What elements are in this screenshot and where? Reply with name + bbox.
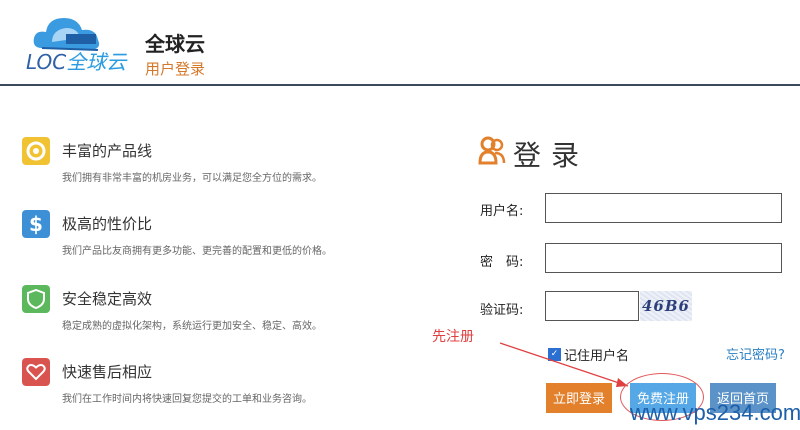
username-input[interactable]	[545, 193, 782, 223]
feature-security: 安全稳定高效 稳定成熟的虚拟化架构，系统运行更加安全、稳定、高效。	[22, 285, 422, 345]
captcha-label: 验证码:	[480, 303, 524, 318]
feature-desc: 我们产品比友商拥有更多功能、更完善的配置和更低的价格。	[62, 246, 332, 257]
user-icon	[478, 136, 506, 165]
login-button[interactable]: 立即登录	[546, 383, 612, 413]
password-input[interactable]	[545, 243, 782, 273]
remember-username[interactable]: ✓ 记住用户名	[548, 345, 629, 364]
feature-title: 丰富的产品线	[62, 142, 153, 160]
feature-value: $ 极高的性价比 我们产品比友商拥有更多功能、更完善的配置和更低的价格。	[22, 210, 422, 270]
login-title: 登录	[513, 139, 590, 172]
heart-icon	[22, 358, 50, 386]
feature-desc: 我们拥有非常丰富的机房业务，可以满足您全方位的需求。	[62, 173, 322, 184]
checkbox-checked-icon[interactable]: ✓	[548, 348, 561, 361]
password-label: 密 码:	[480, 255, 524, 270]
feature-product-line: 丰富的产品线 我们拥有非常丰富的机房业务，可以满足您全方位的需求。	[22, 137, 422, 197]
captcha-input[interactable]	[545, 291, 639, 321]
feature-desc: 稳定成熟的虚拟化架构，系统运行更加安全、稳定、高效。	[62, 321, 322, 332]
feature-desc: 我们在工作时间内将快速回复您提交的工单和业务咨询。	[62, 394, 312, 405]
header-divider	[0, 84, 800, 86]
watermark: www.vps234.com	[630, 400, 800, 425]
captcha-image[interactable]: 46B6	[640, 291, 692, 321]
remember-label: 记住用户名	[564, 349, 630, 364]
feature-support: 快速售后相应 我们在工作时间内将快速回复您提交的工单和业务咨询。	[22, 358, 422, 418]
lifebuoy-icon	[22, 137, 50, 165]
feature-title: 安全稳定高效	[62, 290, 153, 308]
logo-text: LOC全球云	[26, 50, 127, 74]
username-label: 用户名:	[480, 204, 524, 219]
feature-title: 快速售后相应	[62, 363, 153, 381]
annotation-text: 先注册	[432, 329, 474, 345]
page-subtitle: 用户登录	[145, 60, 206, 78]
dollar-icon: $	[22, 210, 50, 238]
shield-icon	[22, 285, 50, 313]
site-title: 全球云	[145, 32, 205, 56]
forgot-password-link[interactable]: 忘记密码?	[726, 344, 785, 363]
header: LOC全球云 全球云 用户登录	[0, 0, 800, 84]
feature-title: 极高的性价比	[62, 215, 153, 233]
